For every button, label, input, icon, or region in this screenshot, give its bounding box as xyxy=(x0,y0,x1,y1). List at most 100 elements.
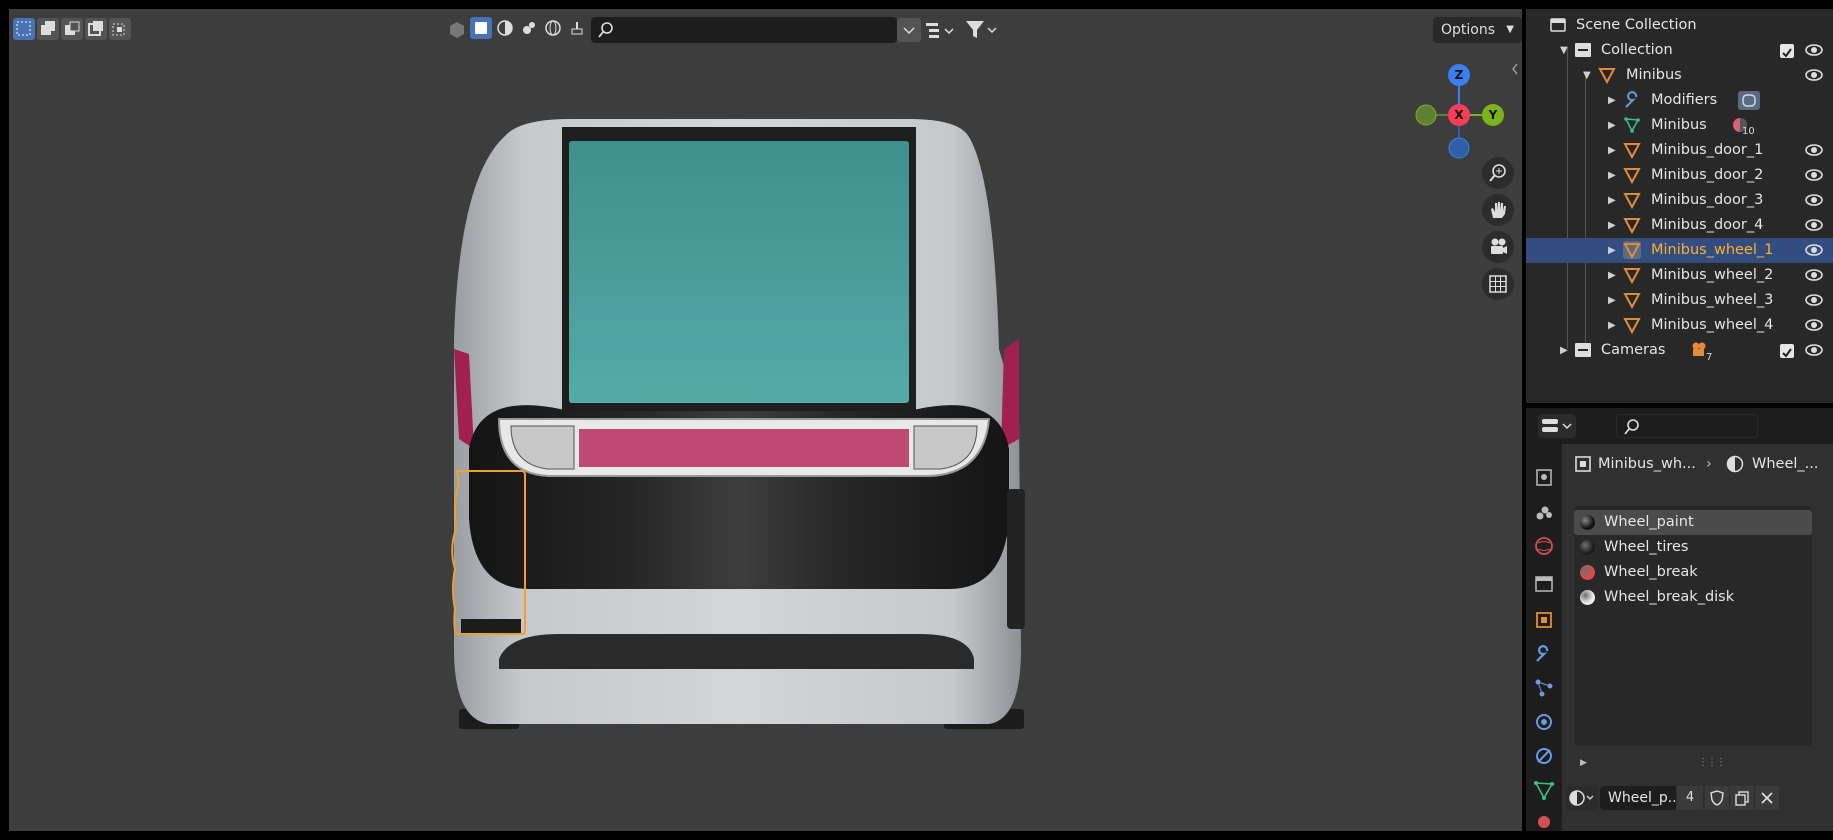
list-resize-grip[interactable]: ⋮⋮⋮ xyxy=(1698,757,1726,768)
duplicate-material-button[interactable] xyxy=(1730,786,1754,810)
navigation-gizmo[interactable]: Z X Y xyxy=(1404,54,1514,164)
select-extend-mode-button[interactable] xyxy=(37,18,59,40)
modifier-badge[interactable] xyxy=(1738,91,1760,110)
unlink-material-button[interactable] xyxy=(1755,786,1779,810)
rendered-preview-button[interactable] xyxy=(518,17,540,39)
shading-dropdown[interactable] xyxy=(897,18,921,42)
expand-right-icon[interactable]: ▶ xyxy=(1580,758,1587,768)
filter-dropdown[interactable] xyxy=(963,18,1001,42)
object-tab-icon[interactable] xyxy=(1532,608,1556,632)
material-slot[interactable]: Wheel_tires xyxy=(1574,535,1812,560)
camera-view-button[interactable] xyxy=(1482,231,1514,263)
paint-tool-button[interactable] xyxy=(566,17,588,39)
gizmo-z-axis[interactable]: Z xyxy=(1448,64,1470,86)
outliner-collection[interactable]: ▼ Collection xyxy=(1526,38,1833,63)
select-invert-mode-button[interactable] xyxy=(85,18,107,40)
options-dropdown[interactable]: Options ▼ xyxy=(1433,17,1522,43)
expand-right-icon[interactable]: ▶ xyxy=(1608,213,1616,238)
expand-right-icon[interactable]: ▶ xyxy=(1608,263,1616,288)
shield-icon xyxy=(1710,790,1724,806)
scene-tab-icon[interactable] xyxy=(1532,534,1556,558)
particles-tab-icon[interactable] xyxy=(1532,676,1556,700)
material-preview-button[interactable] xyxy=(494,17,516,39)
material-slot[interactable]: Wheel_break_disk xyxy=(1574,585,1812,610)
zoom-button[interactable] xyxy=(1482,157,1514,189)
select-subtract-mode-button[interactable] xyxy=(61,18,83,40)
select-extend-icon xyxy=(41,21,55,35)
display-filter-dropdown[interactable] xyxy=(923,18,959,42)
outliner-modifiers[interactable]: ▶ Modifiers xyxy=(1526,88,1833,113)
outliner-object-row[interactable]: ▶ Minibus_door_3 xyxy=(1526,188,1833,213)
wireframe-shading-button[interactable] xyxy=(446,19,468,41)
minibus-model[interactable] xyxy=(429,119,1049,749)
mesh-object-icon xyxy=(1623,218,1641,234)
expand-right-icon[interactable]: ▶ xyxy=(1608,288,1616,313)
outliner-object-row[interactable]: ▶ Minibus_door_1 xyxy=(1526,138,1833,163)
data-tab-icon[interactable] xyxy=(1532,778,1556,802)
outliner-object-row[interactable]: ▶ Minibus_wheel_3 xyxy=(1526,288,1833,313)
solid-shading-button[interactable] xyxy=(470,17,492,39)
expand-down-icon[interactable]: ▼ xyxy=(1560,38,1568,63)
viewport-search-input[interactable] xyxy=(591,17,897,43)
eye-icon[interactable] xyxy=(1804,317,1824,333)
material-slot[interactable]: Wheel_paint xyxy=(1574,510,1812,535)
eye-icon[interactable] xyxy=(1804,217,1824,233)
properties-search-input[interactable] xyxy=(1616,414,1758,438)
breadcrumb: Minibus_wh... › Wheel_... xyxy=(1562,444,1833,484)
collection-label: Collection xyxy=(1601,42,1673,58)
expand-right-icon[interactable]: ▶ xyxy=(1608,238,1616,263)
gizmo-y-axis[interactable]: Y xyxy=(1482,104,1504,126)
view-layer-tab-icon[interactable] xyxy=(1532,500,1556,524)
collection-exclude-checkbox[interactable] xyxy=(1780,44,1794,58)
outliner-object-row[interactable]: ▶ Minibus_wheel_1 xyxy=(1526,238,1833,263)
cameras-label: Cameras xyxy=(1601,342,1666,358)
expand-down-icon[interactable]: ▼ xyxy=(1583,63,1591,88)
browse-material-button[interactable] xyxy=(1566,786,1598,810)
eye-icon[interactable] xyxy=(1804,292,1824,308)
3d-viewport[interactable]: Options ▼ Z X Y xyxy=(9,9,1522,831)
outliner-object-row[interactable]: ▶ Minibus_door_2 xyxy=(1526,163,1833,188)
expand-right-icon[interactable]: ▶ xyxy=(1608,113,1616,138)
expand-right-icon[interactable]: ▶ xyxy=(1608,163,1616,188)
gizmo-x-axis[interactable]: X xyxy=(1448,104,1470,126)
pan-button[interactable] xyxy=(1482,194,1514,226)
material-users-count[interactable]: 4 xyxy=(1677,786,1703,810)
material-name-field[interactable]: Wheel_p... xyxy=(1600,786,1676,810)
render-tab-icon[interactable] xyxy=(1532,466,1556,490)
outliner-object-row[interactable]: ▶ Minibus_wheel_2 xyxy=(1526,263,1833,288)
constraints-tab-icon[interactable] xyxy=(1532,744,1556,768)
outliner-minibus-object[interactable]: ▼ Minibus xyxy=(1526,63,1833,88)
eye-icon[interactable] xyxy=(1804,167,1824,183)
outliner-object-row[interactable]: ▶ Minibus_wheel_4 xyxy=(1526,313,1833,338)
outliner-scene-collection[interactable]: Scene Collection xyxy=(1526,13,1833,38)
select-new-mode-button[interactable] xyxy=(13,18,35,40)
outliner-object-row[interactable]: ▶ Minibus_door_4 xyxy=(1526,213,1833,238)
expand-right-icon[interactable]: ▶ xyxy=(1608,188,1616,213)
expand-right-icon[interactable]: ▶ xyxy=(1560,338,1568,363)
expand-right-icon[interactable]: ▶ xyxy=(1608,88,1616,113)
eye-icon[interactable] xyxy=(1804,267,1824,283)
editor-type-dropdown[interactable] xyxy=(1538,414,1576,438)
select-intersect-mode-button[interactable] xyxy=(109,18,131,40)
eye-icon[interactable] xyxy=(1804,192,1824,208)
eye-icon[interactable] xyxy=(1804,242,1824,258)
material-slot[interactable]: Wheel_break xyxy=(1574,560,1812,585)
modifiers-tab-icon[interactable] xyxy=(1532,642,1556,666)
cameras-exclude-checkbox[interactable] xyxy=(1780,344,1794,358)
orthographic-toggle-button[interactable] xyxy=(1482,268,1514,300)
fake-user-button[interactable] xyxy=(1705,786,1729,810)
expand-right-icon[interactable]: ▶ xyxy=(1608,138,1616,163)
physics-tab-icon[interactable] xyxy=(1532,710,1556,734)
material-tab-icon[interactable] xyxy=(1532,808,1556,832)
collection-tab-icon[interactable] xyxy=(1532,572,1556,596)
eye-icon[interactable] xyxy=(1804,142,1824,158)
world-shading-button[interactable] xyxy=(542,17,564,39)
eye-icon[interactable] xyxy=(1804,67,1824,83)
material-slot-name: Wheel_tires xyxy=(1604,539,1689,555)
eye-icon[interactable] xyxy=(1804,42,1824,58)
outliner-cameras-collection[interactable]: ▶ Cameras 7 xyxy=(1526,338,1833,363)
outliner-mesh-data[interactable]: ▶ Minibus 10 xyxy=(1526,113,1833,138)
eye-icon[interactable] xyxy=(1804,342,1824,358)
expand-right-icon[interactable]: ▶ xyxy=(1608,313,1616,338)
blender-window: Options ▼ Z X Y Scene Collection ▼ Colle… xyxy=(0,0,1833,840)
